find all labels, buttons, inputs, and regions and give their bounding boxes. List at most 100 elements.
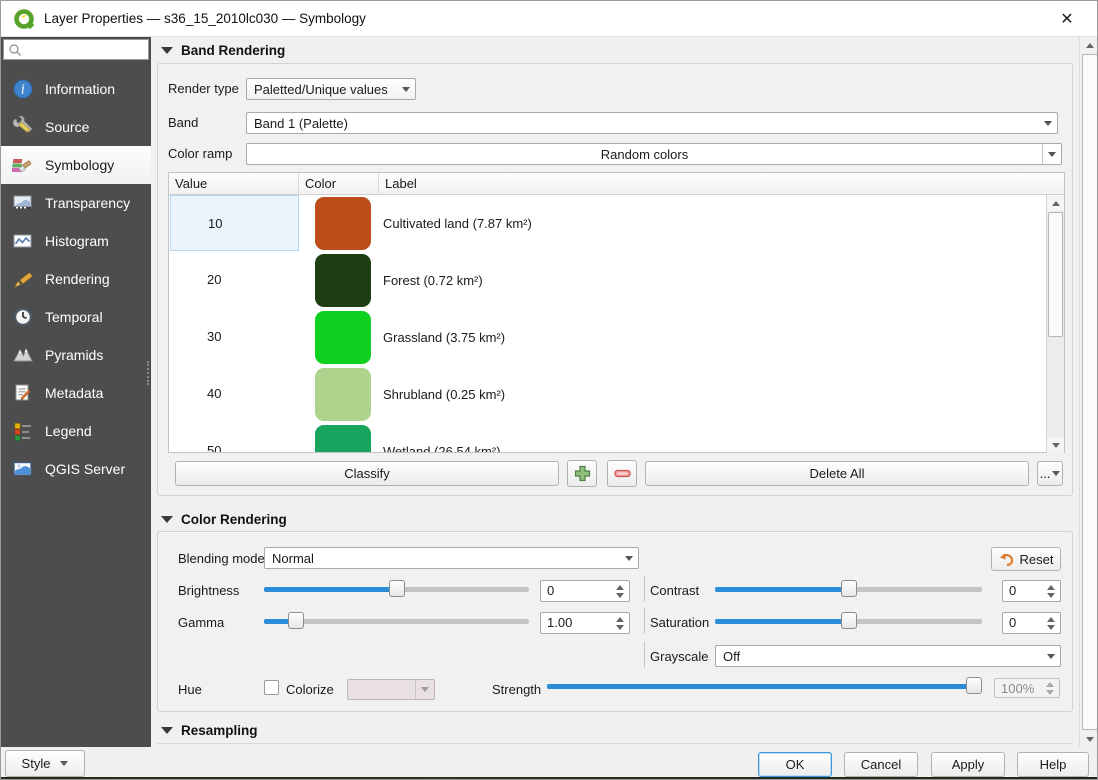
color-rendering-header[interactable]: Color Rendering xyxy=(161,512,287,527)
table-row[interactable]: 50 Wetland (26.54 km²) xyxy=(169,423,1047,452)
spin-up-icon[interactable] xyxy=(616,585,624,590)
sidebar-item-histogram[interactable]: Histogram xyxy=(1,222,151,260)
search-input[interactable] xyxy=(22,43,140,57)
column-header-value[interactable]: Value xyxy=(169,173,299,194)
reset-button[interactable]: Reset xyxy=(991,547,1061,571)
slider-handle[interactable] xyxy=(288,612,304,629)
remove-value-button[interactable] xyxy=(607,460,637,487)
label-cell[interactable]: Cultivated land (7.87 km²) xyxy=(383,195,532,252)
sidebar-item-metadata[interactable]: Metadata xyxy=(1,374,151,412)
color-swatch[interactable] xyxy=(315,254,371,307)
contrast-slider[interactable] xyxy=(715,579,982,599)
brightness-spin[interactable]: 0 xyxy=(540,580,630,602)
band-select[interactable]: Band 1 (Palette) xyxy=(246,112,1058,134)
sidebar-item-symbology[interactable]: Symbology xyxy=(1,146,151,184)
cancel-button[interactable]: Cancel xyxy=(844,752,918,777)
color-ramp-label: Color ramp xyxy=(168,146,232,161)
table-row[interactable]: 40 Shrubland (0.25 km²) xyxy=(169,366,1047,423)
sidebar-item-source[interactable]: Source xyxy=(1,108,151,146)
value-cell[interactable]: 40 xyxy=(170,366,299,422)
sidebar-splitter-handle[interactable] xyxy=(147,361,151,385)
value-cell[interactable]: 30 xyxy=(170,309,299,365)
more-options-button[interactable]: ... xyxy=(1037,461,1063,486)
color-swatch[interactable] xyxy=(315,425,371,452)
color-swatch[interactable] xyxy=(315,311,371,364)
gamma-slider[interactable] xyxy=(264,611,529,631)
spin-down-icon[interactable] xyxy=(1047,593,1055,598)
scroll-down-icon[interactable] xyxy=(1081,731,1098,747)
render-type-select[interactable]: Paletted/Unique values xyxy=(246,78,416,100)
gamma-spin[interactable]: 1.00 xyxy=(540,612,630,634)
spin-down-icon[interactable] xyxy=(1046,690,1054,695)
blending-mode-select[interactable]: Normal xyxy=(264,547,639,569)
spin-up-icon[interactable] xyxy=(1047,617,1055,622)
sidebar-item-legend[interactable]: Legend xyxy=(1,412,151,450)
slider-handle[interactable] xyxy=(841,580,857,597)
slider-handle[interactable] xyxy=(389,580,405,597)
gamma-value: 1.00 xyxy=(541,613,611,633)
slider-handle[interactable] xyxy=(966,677,982,694)
ok-button[interactable]: OK xyxy=(758,752,832,777)
label-cell[interactable]: Wetland (26.54 km²) xyxy=(383,423,501,452)
strength-slider[interactable] xyxy=(547,676,981,696)
saturation-spin[interactable]: 0 xyxy=(1002,612,1061,634)
help-button[interactable]: Help xyxy=(1017,752,1089,777)
palette-table: Value Color Label 10 Cultivated land (7.… xyxy=(168,172,1065,453)
add-value-button[interactable] xyxy=(567,460,597,487)
sidebar-item-information[interactable]: i Information xyxy=(1,70,151,108)
strength-spin[interactable]: 100% xyxy=(994,678,1060,698)
sidebar-item-rendering[interactable]: Rendering xyxy=(1,260,151,298)
table-row[interactable]: 20 Forest (0.72 km²) xyxy=(169,252,1047,309)
scroll-up-icon[interactable] xyxy=(1081,37,1098,53)
brightness-label: Brightness xyxy=(178,583,239,598)
value-cell[interactable]: 20 xyxy=(170,252,299,308)
sidebar-item-transparency[interactable]: Transparency xyxy=(1,184,151,222)
color-swatch[interactable] xyxy=(315,368,371,421)
table-scrollbar[interactable] xyxy=(1046,195,1064,453)
saturation-slider[interactable] xyxy=(715,611,982,631)
spin-down-icon[interactable] xyxy=(616,593,624,598)
scrollbar-thumb[interactable] xyxy=(1048,212,1063,337)
spin-up-icon[interactable] xyxy=(616,617,624,622)
collapse-icon xyxy=(161,47,173,54)
table-row[interactable]: 10 Cultivated land (7.87 km²) xyxy=(169,195,1047,252)
resampling-header[interactable]: Resampling xyxy=(161,723,258,738)
colorize-color-select[interactable] xyxy=(347,679,435,700)
column-header-color[interactable]: Color xyxy=(299,173,379,194)
slider-handle[interactable] xyxy=(841,612,857,629)
sidebar-item-pyramids[interactable]: Pyramids xyxy=(1,336,151,374)
sidebar-search[interactable] xyxy=(3,39,149,60)
scroll-down-icon[interactable] xyxy=(1047,437,1064,453)
color-ramp-select[interactable]: Random colors xyxy=(246,143,1062,165)
colorize-checkbox[interactable] xyxy=(264,680,279,695)
apply-button[interactable]: Apply xyxy=(931,752,1005,777)
delete-all-button[interactable]: Delete All xyxy=(645,461,1029,486)
spin-up-icon[interactable] xyxy=(1047,585,1055,590)
color-rendering-group: Blending mode Normal Reset Brightness 0 xyxy=(157,531,1073,712)
contrast-spin[interactable]: 0 xyxy=(1002,580,1061,602)
label-cell[interactable]: Shrubland (0.25 km²) xyxy=(383,366,505,423)
label-cell[interactable]: Forest (0.72 km²) xyxy=(383,252,483,309)
color-swatch[interactable] xyxy=(315,197,371,250)
spin-down-icon[interactable] xyxy=(616,625,624,630)
close-icon[interactable]: ✕ xyxy=(1047,1,1087,37)
spin-up-icon[interactable] xyxy=(1046,682,1054,687)
column-header-label[interactable]: Label xyxy=(379,173,1064,194)
grayscale-value: Off xyxy=(716,649,1041,664)
scroll-up-icon[interactable] xyxy=(1047,195,1064,211)
grayscale-select[interactable]: Off xyxy=(715,645,1061,667)
table-row[interactable]: 30 Grassland (3.75 km²) xyxy=(169,309,1047,366)
style-button[interactable]: Style xyxy=(5,750,85,777)
spin-down-icon[interactable] xyxy=(1047,625,1055,630)
band-rendering-header[interactable]: Band Rendering xyxy=(161,43,285,58)
sidebar-item-qgis-server[interactable]: QGIS Server xyxy=(1,450,151,488)
brightness-slider[interactable] xyxy=(264,579,529,599)
scrollbar-thumb[interactable] xyxy=(1082,54,1098,730)
sidebar-item-temporal[interactable]: Temporal xyxy=(1,298,151,336)
label-cell[interactable]: Grassland (3.75 km²) xyxy=(383,309,505,366)
main-scrollbar[interactable] xyxy=(1079,37,1098,747)
classify-button[interactable]: Classify xyxy=(175,461,559,486)
sidebar-item-label: QGIS Server xyxy=(45,461,125,477)
value-cell[interactable]: 50 xyxy=(170,423,299,452)
value-cell[interactable]: 10 xyxy=(170,195,299,251)
